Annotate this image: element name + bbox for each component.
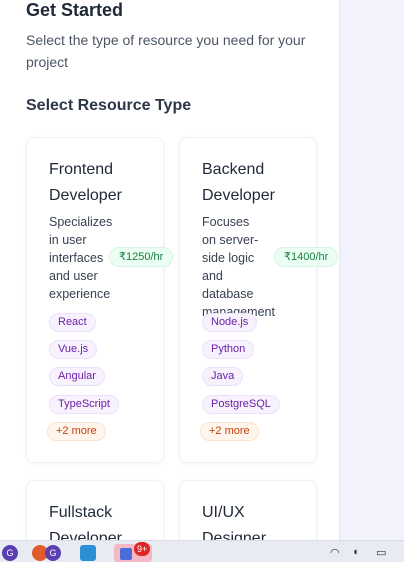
card-title: Backend Developer	[202, 161, 275, 204]
card-title: Fullstack Developer	[49, 504, 122, 540]
page-title: Get Started	[26, 0, 124, 20]
more-tags-chip[interactable]: +2 more	[200, 422, 259, 441]
card-description: Focuses on server-side logic and databas…	[202, 215, 275, 319]
card-title: UI/UX Designer	[202, 504, 267, 540]
more-tags-chip[interactable]: +2 more	[47, 422, 106, 441]
tag-chip: Node.js	[202, 313, 258, 332]
tag-chip: Vue.js	[49, 340, 98, 359]
background-area	[341, 0, 404, 540]
resource-card-backend[interactable]: Backend Developer Focuses on server-side…	[179, 137, 339, 463]
profile-icon[interactable]: G	[2, 545, 18, 561]
rate-badge: ₹1400/hr	[274, 247, 339, 267]
calendar-icon[interactable]	[80, 545, 96, 561]
resource-card-uiux[interactable]: UI/UX Designer	[179, 480, 317, 540]
tag-chip: Java	[202, 367, 244, 386]
tag-chip: Python	[202, 340, 255, 359]
profile-icon[interactable]: G	[45, 545, 61, 561]
resource-card-frontend[interactable]: Frontend Developer Specializes in user i…	[26, 137, 174, 463]
wifi-icon[interactable]: ◠	[330, 546, 340, 559]
app-icon[interactable]	[120, 548, 132, 560]
battery-icon[interactable]: ▭	[376, 546, 386, 559]
card-title: Frontend Developer	[49, 161, 122, 204]
taskbar: G G 9+ ◠ ◖ ▭	[0, 540, 404, 562]
section-title: Select Resource Type	[26, 97, 192, 114]
tag-chip: PostgreSQL	[202, 395, 280, 414]
volume-icon[interactable]: ◖	[352, 546, 359, 558]
page-subtitle: Select the type of resource you need for…	[26, 32, 306, 70]
tag-chip: Angular	[49, 367, 105, 386]
notification-badge: 9+	[134, 542, 151, 556]
rate-badge: ₹1250/hr	[109, 247, 174, 267]
card-description: Specializes in user interfaces and user …	[49, 215, 113, 301]
tag-chip: React	[49, 313, 96, 332]
main-panel: Get Started Select the type of resource …	[0, 0, 340, 540]
tag-chip: TypeScript	[49, 395, 119, 414]
resource-card-fullstack[interactable]: Fullstack Developer	[26, 480, 164, 540]
